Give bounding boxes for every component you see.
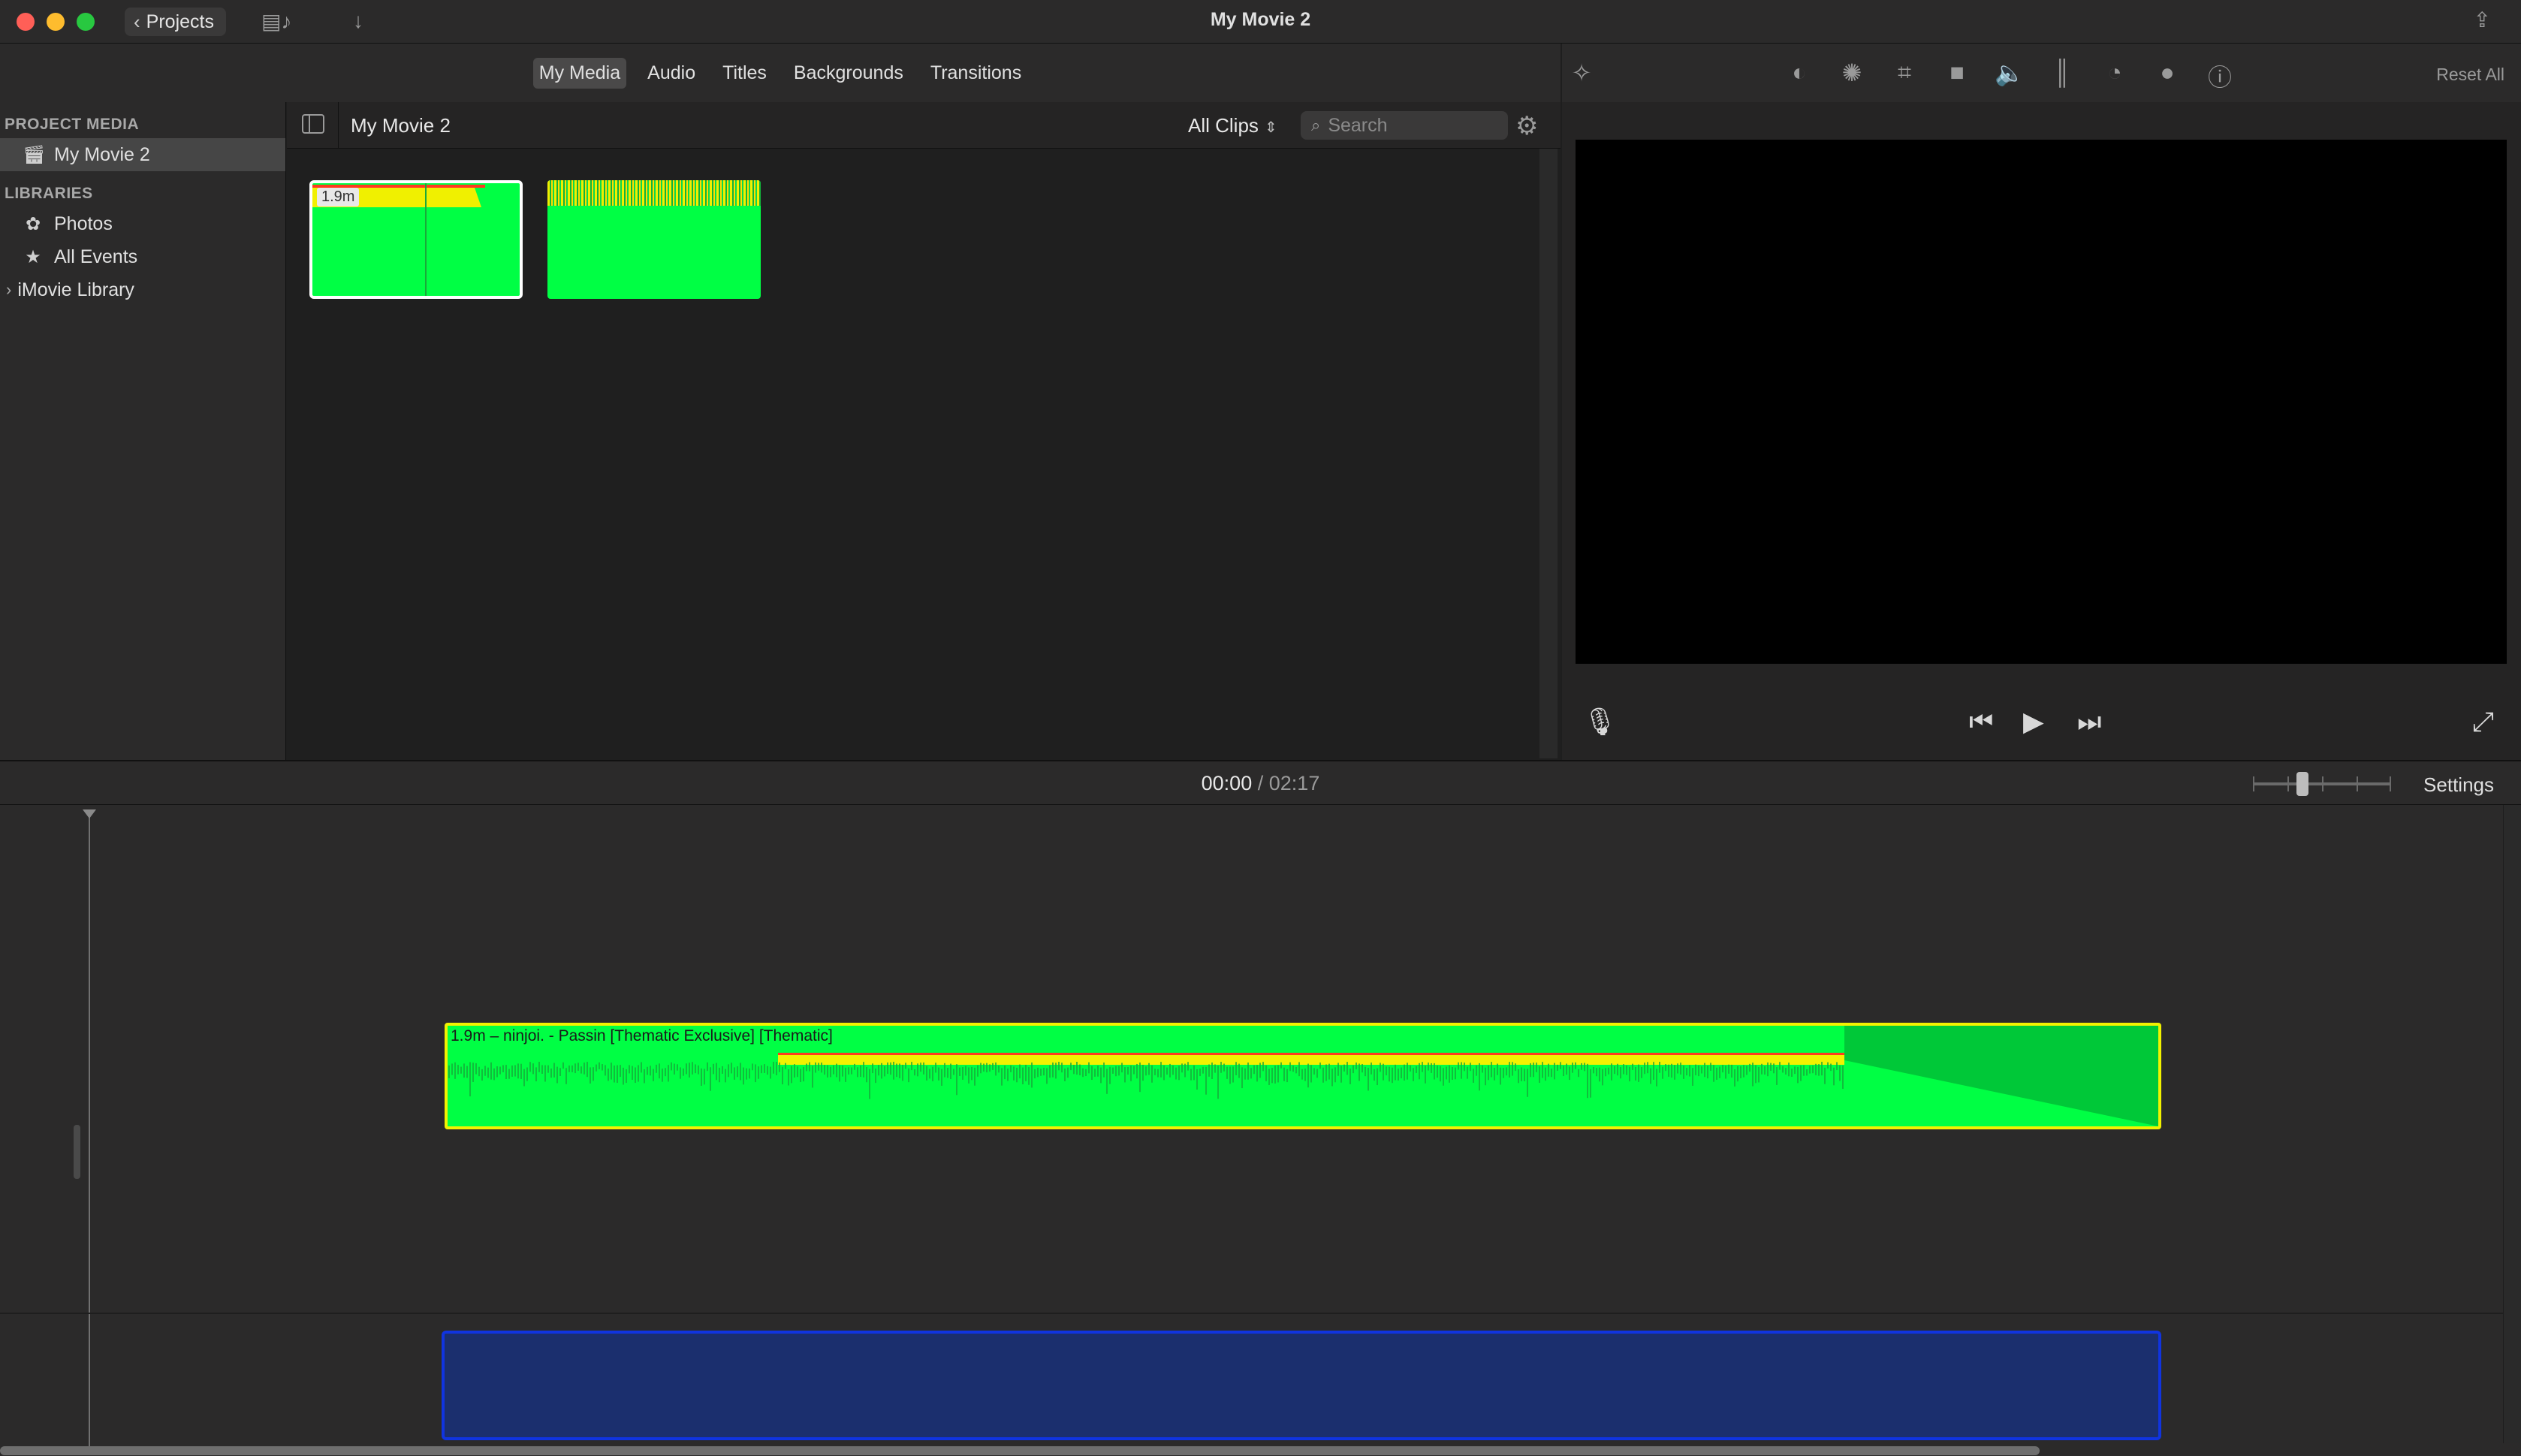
slider-tick bbox=[2322, 776, 2323, 791]
tab-audio[interactable]: Audio bbox=[641, 58, 701, 89]
media-tabs: My Media Audio Titles Backgrounds Transi… bbox=[0, 44, 1561, 102]
play-icon[interactable]: ▶︎ bbox=[2023, 706, 2044, 737]
media-clip[interactable]: 1.9m bbox=[309, 180, 523, 299]
photos-icon: ✿ bbox=[25, 213, 41, 234]
skimmer-line bbox=[425, 183, 427, 296]
music-clip-label: 1.9m – ninjoi. - Passin [Thematic Exclus… bbox=[451, 1027, 833, 1045]
video-viewer bbox=[1576, 140, 2507, 664]
sidebar-item-my-movie-2[interactable]: 🎬︎ My Movie 2 bbox=[0, 138, 285, 171]
inspector-toolbar: ✧ ◐ ✺ ⌗ ■ 🔈 ║ ◔ ● ⓘ Reset All bbox=[1562, 44, 2521, 102]
clip-filter-select[interactable]: All Clips ⇕ bbox=[1188, 114, 1277, 137]
reset-all-button[interactable]: Reset All bbox=[2436, 65, 2504, 85]
tab-titles[interactable]: Titles bbox=[716, 58, 773, 89]
viewer-panel: 🎙︎ ⏮︎ ▶︎ ⏭︎ ⤢ bbox=[1562, 102, 2521, 760]
slider-tick bbox=[2287, 776, 2289, 791]
volume-icon[interactable]: 🔈 bbox=[1995, 59, 2025, 87]
sidebar-item-imovie-library[interactable]: › iMovie Library bbox=[0, 273, 285, 306]
info-icon[interactable]: ⓘ bbox=[2205, 59, 2235, 93]
timeline-header: 00:00 / 02:17 Settings bbox=[0, 760, 2521, 805]
timecode-readout: 00:00 / 02:17 bbox=[0, 772, 2521, 795]
skip-forward-icon[interactable]: ⏭︎ bbox=[2077, 706, 2101, 738]
media-clip[interactable] bbox=[547, 180, 761, 299]
skip-back-icon[interactable]: ⏮︎ bbox=[1969, 706, 1993, 738]
clip-filter-icon[interactable]: ● bbox=[2152, 59, 2182, 86]
star-icon: ★ bbox=[25, 246, 41, 267]
audio-waveform bbox=[547, 180, 761, 206]
timeline: 1.9m – ninjoi. - Passin [Thematic Exclus… bbox=[0, 805, 2521, 1456]
music-clip[interactable]: 1.9m – ninjoi. - Passin [Thematic Exclus… bbox=[445, 1023, 2161, 1129]
timeline-horizontal-scrollbar[interactable] bbox=[0, 1446, 2040, 1455]
audio-peak-band bbox=[778, 1054, 1844, 1065]
browser-header: My Movie 2 All Clips ⇕ ⌕ ⚙ bbox=[287, 102, 1561, 149]
tab-transitions[interactable]: Transitions bbox=[924, 58, 1027, 89]
waveform-spikes bbox=[448, 1062, 1844, 1099]
clip-filter-value: All Clips bbox=[1188, 114, 1259, 137]
magic-wand-icon[interactable]: ✧ bbox=[1567, 59, 1597, 87]
libraries-sidebar: PROJECT MEDIA 🎬︎ My Movie 2 LIBRARIES ✿ … bbox=[0, 102, 286, 760]
slider-knob[interactable] bbox=[2296, 772, 2308, 796]
fullscreen-icon[interactable]: ⤢ bbox=[2472, 706, 2494, 738]
sidebar-item-all-events[interactable]: ★ All Events bbox=[0, 240, 285, 273]
sidebar-toggle-icon[interactable] bbox=[302, 114, 324, 134]
current-time: 00:00 bbox=[1201, 772, 1253, 794]
disclosure-chevron-icon[interactable]: › bbox=[6, 280, 11, 300]
libraries-header: LIBRARIES bbox=[5, 185, 93, 202]
timeline-edge-handle[interactable] bbox=[74, 1125, 80, 1179]
clapper-icon: 🎬︎ bbox=[23, 144, 46, 165]
timeline-zoom-slider[interactable] bbox=[2253, 772, 2391, 796]
window-title: My Movie 2 bbox=[1210, 9, 1311, 30]
sidebar-item-label: Photos bbox=[54, 213, 113, 234]
playhead[interactable] bbox=[83, 809, 96, 1448]
sidebar-item-label: iMovie Library bbox=[17, 279, 134, 300]
gear-icon[interactable]: ⚙ bbox=[1515, 111, 1538, 141]
track-separator bbox=[0, 1313, 2521, 1314]
sidebar-item-label: All Events bbox=[54, 246, 138, 267]
project-media-header: PROJECT MEDIA bbox=[5, 116, 140, 133]
slider-tick bbox=[2390, 776, 2391, 791]
stabilization-icon[interactable]: ■ bbox=[1942, 59, 1972, 86]
slider-tick bbox=[2253, 776, 2254, 791]
divider bbox=[338, 102, 339, 149]
search-field[interactable]: ⌕ bbox=[1301, 111, 1508, 140]
browser-title: My Movie 2 bbox=[351, 114, 451, 137]
timeline-vertical-scrollbar[interactable] bbox=[2503, 805, 2521, 1443]
search-icon: ⌕ bbox=[1311, 116, 1321, 134]
share-icon[interactable]: ⇪ bbox=[2474, 8, 2491, 32]
sidebar-item-label: My Movie 2 bbox=[54, 143, 150, 165]
noise-equalizer-icon[interactable]: ║ bbox=[2047, 59, 2077, 86]
audio-clipping-indicator bbox=[778, 1053, 1844, 1055]
duration-badge: 1.9m bbox=[317, 188, 360, 206]
title-bar: ‹ Projects ▤♪ ↓ My Movie 2 ⇪ bbox=[0, 0, 2521, 44]
sidebar-item-photos[interactable]: ✿ Photos bbox=[0, 207, 285, 240]
time-separator: / bbox=[1257, 772, 1264, 794]
tab-my-media[interactable]: My Media bbox=[532, 57, 627, 89]
media-browser: My Movie 2 All Clips ⇕ ⌕ ⚙ 1.9m bbox=[287, 102, 1561, 760]
slider-tick bbox=[2357, 776, 2358, 791]
search-input[interactable] bbox=[1328, 114, 1479, 137]
color-balance-icon[interactable]: ◐ bbox=[1784, 59, 1814, 86]
browser-scrollbar[interactable] bbox=[1539, 149, 1558, 758]
crop-icon[interactable]: ⌗ bbox=[1889, 59, 1919, 87]
color-correction-icon[interactable]: ✺ bbox=[1837, 59, 1867, 87]
tab-backgrounds[interactable]: Backgrounds bbox=[788, 58, 909, 89]
updown-chevron-icon: ⇕ bbox=[1264, 119, 1277, 136]
total-time: 02:17 bbox=[1268, 772, 1320, 794]
speed-icon[interactable]: ◔ bbox=[2100, 59, 2130, 86]
fade-out-region bbox=[1844, 1026, 2158, 1126]
background-clip[interactable] bbox=[442, 1331, 2161, 1440]
timeline-settings-button[interactable]: Settings bbox=[2423, 773, 2494, 797]
microphone-icon[interactable]: 🎙︎ bbox=[1583, 706, 1618, 737]
